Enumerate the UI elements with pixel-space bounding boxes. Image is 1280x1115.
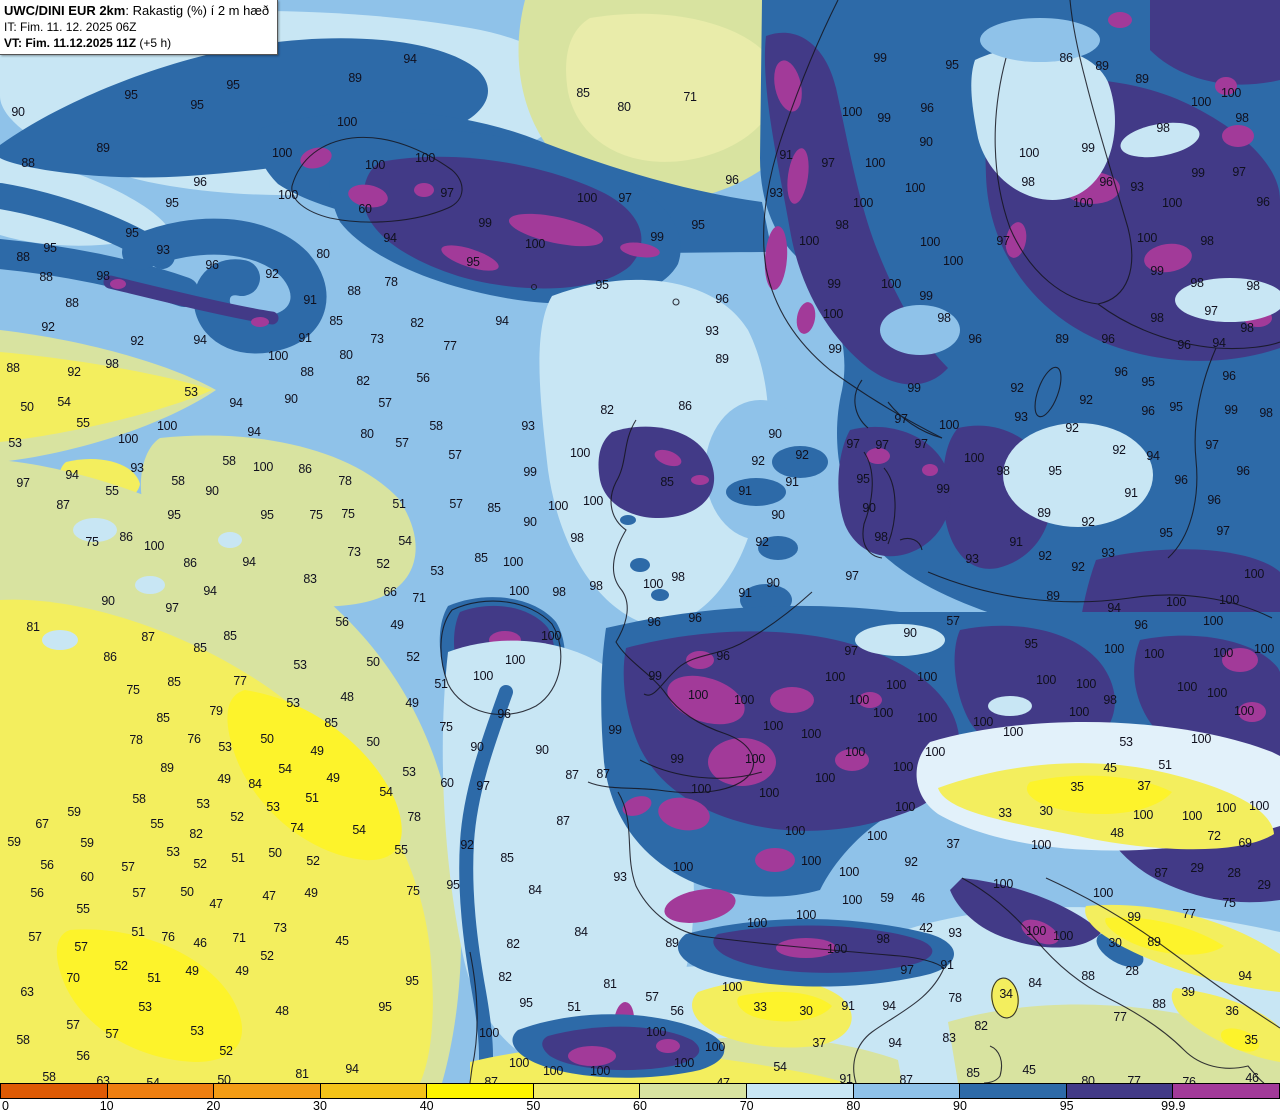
colorbar-tick-label: 80 bbox=[846, 1099, 861, 1113]
colorbar-segment bbox=[1, 1084, 108, 1098]
colorbar-segment bbox=[747, 1084, 854, 1098]
colorbar-segment bbox=[1066, 1084, 1174, 1098]
colorbar-segment bbox=[640, 1084, 748, 1098]
colorbar-tick-label: 0 bbox=[2, 1099, 9, 1113]
colorbar-segment bbox=[214, 1084, 321, 1098]
weather-map-viewport: 95 95 95 90 89 100 88 96 100 95 95 93 95 88 96 88 98 92 88… bbox=[0, 0, 1280, 1115]
colorbar-tick-label: 60 bbox=[633, 1099, 647, 1113]
model-name: UWC/DINI EUR 2km bbox=[4, 3, 126, 18]
valid-value: Fim. 11.12.2025 11Z bbox=[25, 36, 137, 50]
valid-offset: (+5 h) bbox=[136, 36, 172, 50]
colorbar-segment bbox=[1173, 1084, 1279, 1098]
colorbar-tick-label: 30 bbox=[313, 1099, 327, 1113]
colorbar-segment bbox=[107, 1084, 215, 1098]
colorbar-tick-label: 99.9 bbox=[1161, 1099, 1186, 1113]
colorbar: 0 10 20 30 40 50 60 70 80 90 95 99.9 bbox=[0, 1083, 1280, 1115]
colorbar-tick-label: 50 bbox=[526, 1099, 541, 1113]
colorbar-segment bbox=[320, 1084, 428, 1098]
humidity-map bbox=[0, 0, 1280, 1083]
colorbar-tick-label: 40 bbox=[419, 1099, 434, 1113]
colorbar-tick-label: 70 bbox=[739, 1099, 754, 1113]
title-line: UWC/DINI EUR 2km: Rakastig (%) í 2 m hæð bbox=[4, 2, 269, 19]
colorbar-tick-label: 95 bbox=[1059, 1099, 1074, 1113]
colorbar-ticks: 0 10 20 30 40 50 60 70 80 90 95 99.9 bbox=[0, 1099, 1280, 1114]
colorbar-segment bbox=[427, 1084, 534, 1098]
colorbar-segment bbox=[853, 1084, 961, 1098]
variable-label: : Rakastig (%) í 2 m hæð bbox=[125, 3, 270, 18]
colorbar-tick-label: 20 bbox=[206, 1099, 221, 1113]
colorbar-segment bbox=[533, 1084, 641, 1098]
colorbar-tick-label: 90 bbox=[953, 1099, 967, 1113]
valid-prefix: VT: bbox=[4, 36, 26, 50]
map-title-box: UWC/DINI EUR 2km: Rakastig (%) í 2 m hæð… bbox=[0, 0, 279, 55]
humidity-field-graphic bbox=[0, 0, 1280, 1083]
init-time: IT: Fim. 11. 12. 2025 06Z bbox=[4, 20, 137, 34]
colorbar-segments bbox=[0, 1083, 1280, 1099]
colorbar-segment bbox=[960, 1084, 1067, 1098]
colorbar-tick-label: 10 bbox=[99, 1099, 114, 1113]
valid-time: VT: Fim. 11.12.2025 11Z (+5 h) bbox=[4, 35, 269, 51]
